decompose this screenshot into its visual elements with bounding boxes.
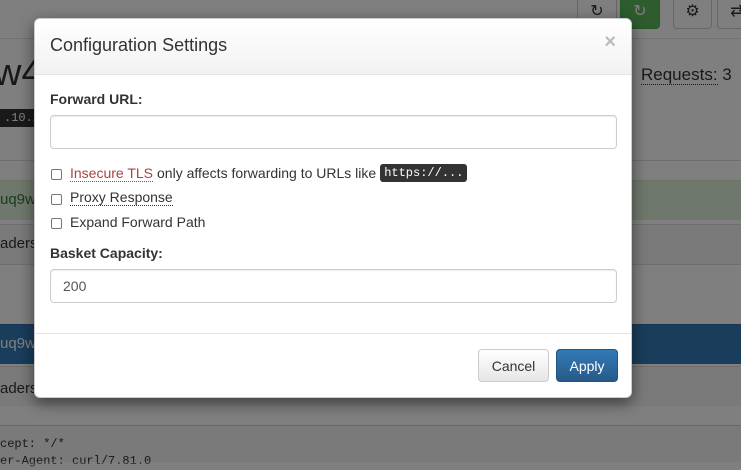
proxy-response-label: Proxy Response [70, 189, 173, 206]
modal-footer: Cancel Apply [35, 333, 631, 397]
modal-title: Configuration Settings [50, 35, 228, 55]
insecure-tls-label: Insecure TLS [70, 164, 154, 182]
expand-forward-path-option[interactable]: Expand Forward Path [51, 214, 205, 230]
proxy-response-checkbox[interactable] [51, 193, 62, 205]
proxy-response-option[interactable]: Proxy Response [51, 189, 173, 206]
modal-header: Configuration Settings × [35, 19, 631, 75]
basket-capacity-label: Basket Capacity: [50, 245, 163, 261]
forward-url-input[interactable] [50, 115, 617, 149]
forward-url-label: Forward URL: [50, 91, 143, 107]
apply-button[interactable]: Apply [556, 349, 618, 382]
https-example: https://... [380, 164, 468, 182]
expand-forward-path-checkbox[interactable] [51, 218, 62, 229]
modal-body: Forward URL: Insecure TLS only affects f… [35, 75, 631, 333]
basket-capacity-input[interactable] [50, 269, 617, 303]
insecure-tls-option[interactable]: Insecure TLS only affects forwarding to … [51, 164, 468, 182]
cancel-button[interactable]: Cancel [478, 349, 549, 382]
insecure-tls-checkbox[interactable] [51, 169, 62, 180]
expand-forward-path-label: Expand Forward Path [70, 214, 206, 230]
close-button[interactable]: × [604, 31, 616, 54]
insecure-tls-suffix: only affects forwarding to URLs like [157, 165, 377, 181]
configuration-dialog: Configuration Settings × Forward URL: In… [34, 18, 632, 398]
